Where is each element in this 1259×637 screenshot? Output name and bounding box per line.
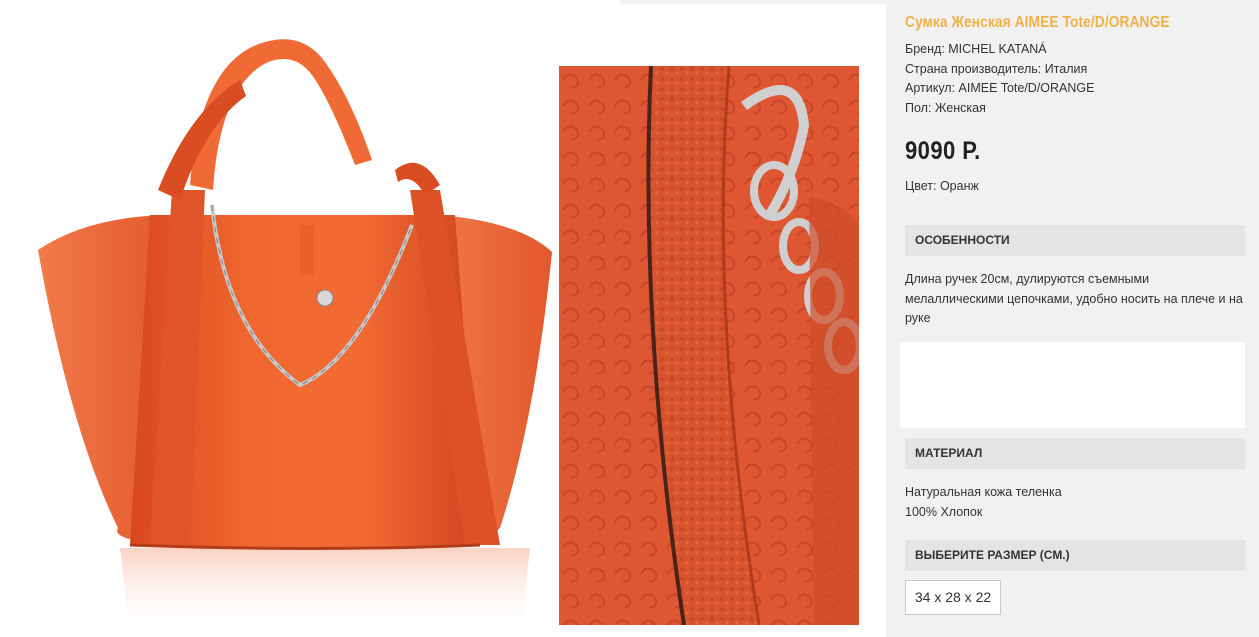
- size-heading: ВЫБЕРИТЕ РАЗМЕР (СМ.): [905, 540, 1245, 571]
- product-detail-image[interactable]: [559, 66, 859, 625]
- empty-block: [900, 342, 1245, 428]
- product-title: Сумка Женская AIMEE Tote/D/ORANGE: [905, 14, 1170, 31]
- material-list: Натуральная кожа теленка 100% Хлопок: [905, 483, 1249, 522]
- product-meta: Бренд: MICHEL KATANÁ Страна производител…: [905, 40, 1094, 118]
- gender-text: Пол: Женская: [905, 100, 986, 115]
- material-heading: МАТЕРИАЛ: [905, 438, 1245, 469]
- size-option-button[interactable]: 34 x 28 x 22: [905, 580, 1001, 615]
- product-main-image[interactable]: [0, 0, 558, 637]
- features-text: Длина ручек 20см, дулируются съемными ме…: [905, 272, 1243, 325]
- article-text: Артикул: AIMEE Tote/D/ORANGE: [905, 81, 1095, 95]
- country-text: Страна производитель: Италия: [905, 61, 1088, 76]
- product-color: Цвет: Оранж: [905, 179, 979, 193]
- bag-illustration: [38, 39, 552, 637]
- material-item: Натуральная кожа теленка: [905, 485, 1062, 499]
- leather-detail-illustration: [559, 66, 859, 625]
- features-heading: ОСОБЕННОСТИ: [905, 225, 1245, 256]
- product-price: 9090 Р.: [905, 137, 981, 165]
- product-info-panel: Сумка Женская AIMEE Tote/D/ORANGE Бренд:…: [886, 0, 1259, 637]
- material-item: 100% Хлопок: [905, 504, 983, 519]
- brand-text: Бренд: MICHEL KATANÁ: [905, 42, 1047, 56]
- top-divider: [620, 0, 886, 4]
